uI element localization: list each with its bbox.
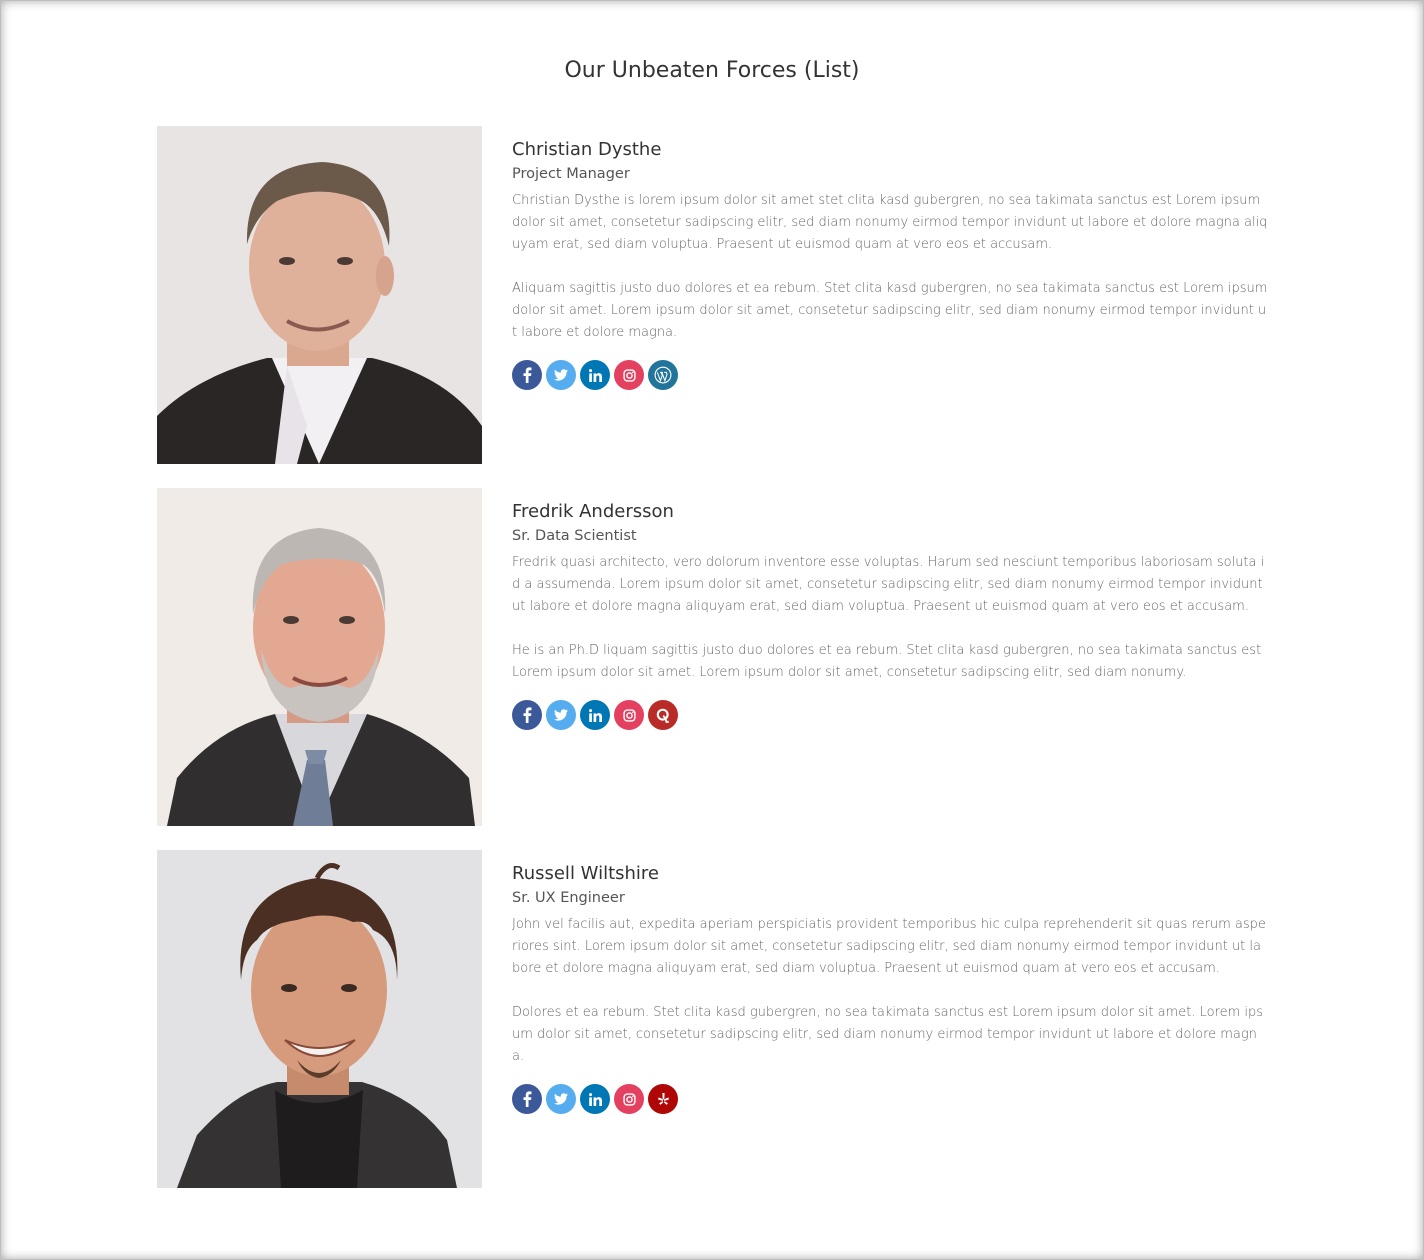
bio-paragraph: Christian Dysthe is lorem ipsum dolor si…	[512, 193, 1268, 252]
member-info: Fredrik Andersson Sr. Data Scientist Fre…	[512, 500, 1268, 730]
bio-paragraph: Fredrik quasi architecto, vero dolorum i…	[512, 555, 1265, 614]
member-photo	[157, 126, 482, 464]
twitter-icon[interactable]	[546, 360, 576, 390]
linkedin-icon[interactable]	[580, 700, 610, 730]
member-info: Russell Wiltshire Sr. UX Engineer John v…	[512, 862, 1268, 1114]
linkedin-icon[interactable]	[580, 1084, 610, 1114]
member-name: Fredrik Andersson	[512, 501, 674, 522]
twitter-icon[interactable]	[546, 1084, 576, 1114]
instagram-icon[interactable]	[614, 1084, 644, 1114]
member-role: Sr. UX Engineer	[512, 890, 625, 906]
facebook-icon[interactable]	[512, 700, 542, 730]
linkedin-icon[interactable]	[580, 360, 610, 390]
bio-paragraph: He is an Ph.D liquam sagittis justo duo …	[512, 643, 1262, 680]
member-bio: John vel facilis aut, expedita aperiam p…	[512, 914, 1268, 1068]
bio-paragraph: John vel facilis aut, expedita aperiam p…	[512, 917, 1266, 976]
social-links	[512, 360, 1268, 390]
wordpress-icon[interactable]	[648, 360, 678, 390]
team-member-card: Russell Wiltshire Sr. UX Engineer John v…	[157, 850, 1267, 1188]
member-bio: Christian Dysthe is lorem ipsum dolor si…	[512, 190, 1268, 344]
instagram-icon[interactable]	[614, 360, 644, 390]
yelp-icon[interactable]	[648, 1084, 678, 1114]
member-photo	[157, 850, 482, 1188]
member-name: Russell Wiltshire	[512, 863, 659, 884]
member-info: Christian Dysthe Project Manager Christi…	[512, 138, 1268, 390]
social-links	[512, 1084, 1268, 1114]
bio-paragraph: Aliquam sagittis justo duo dolores et ea…	[512, 281, 1268, 340]
member-role: Project Manager	[512, 166, 630, 182]
team-member-card: Christian Dysthe Project Manager Christi…	[157, 126, 1267, 464]
member-name: Christian Dysthe	[512, 139, 662, 160]
member-bio: Fredrik quasi architecto, vero dolorum i…	[512, 552, 1268, 684]
page-title: Our Unbeaten Forces (List)	[564, 58, 860, 83]
bio-paragraph: Dolores et ea rebum. Stet clita kasd gub…	[512, 1005, 1264, 1064]
social-links	[512, 700, 1268, 730]
team-member-card: Fredrik Andersson Sr. Data Scientist Fre…	[157, 488, 1267, 826]
facebook-icon[interactable]	[512, 360, 542, 390]
twitter-icon[interactable]	[546, 700, 576, 730]
instagram-icon[interactable]	[614, 700, 644, 730]
member-photo	[157, 488, 482, 826]
facebook-icon[interactable]	[512, 1084, 542, 1114]
member-role: Sr. Data Scientist	[512, 528, 637, 544]
quora-icon[interactable]	[648, 700, 678, 730]
